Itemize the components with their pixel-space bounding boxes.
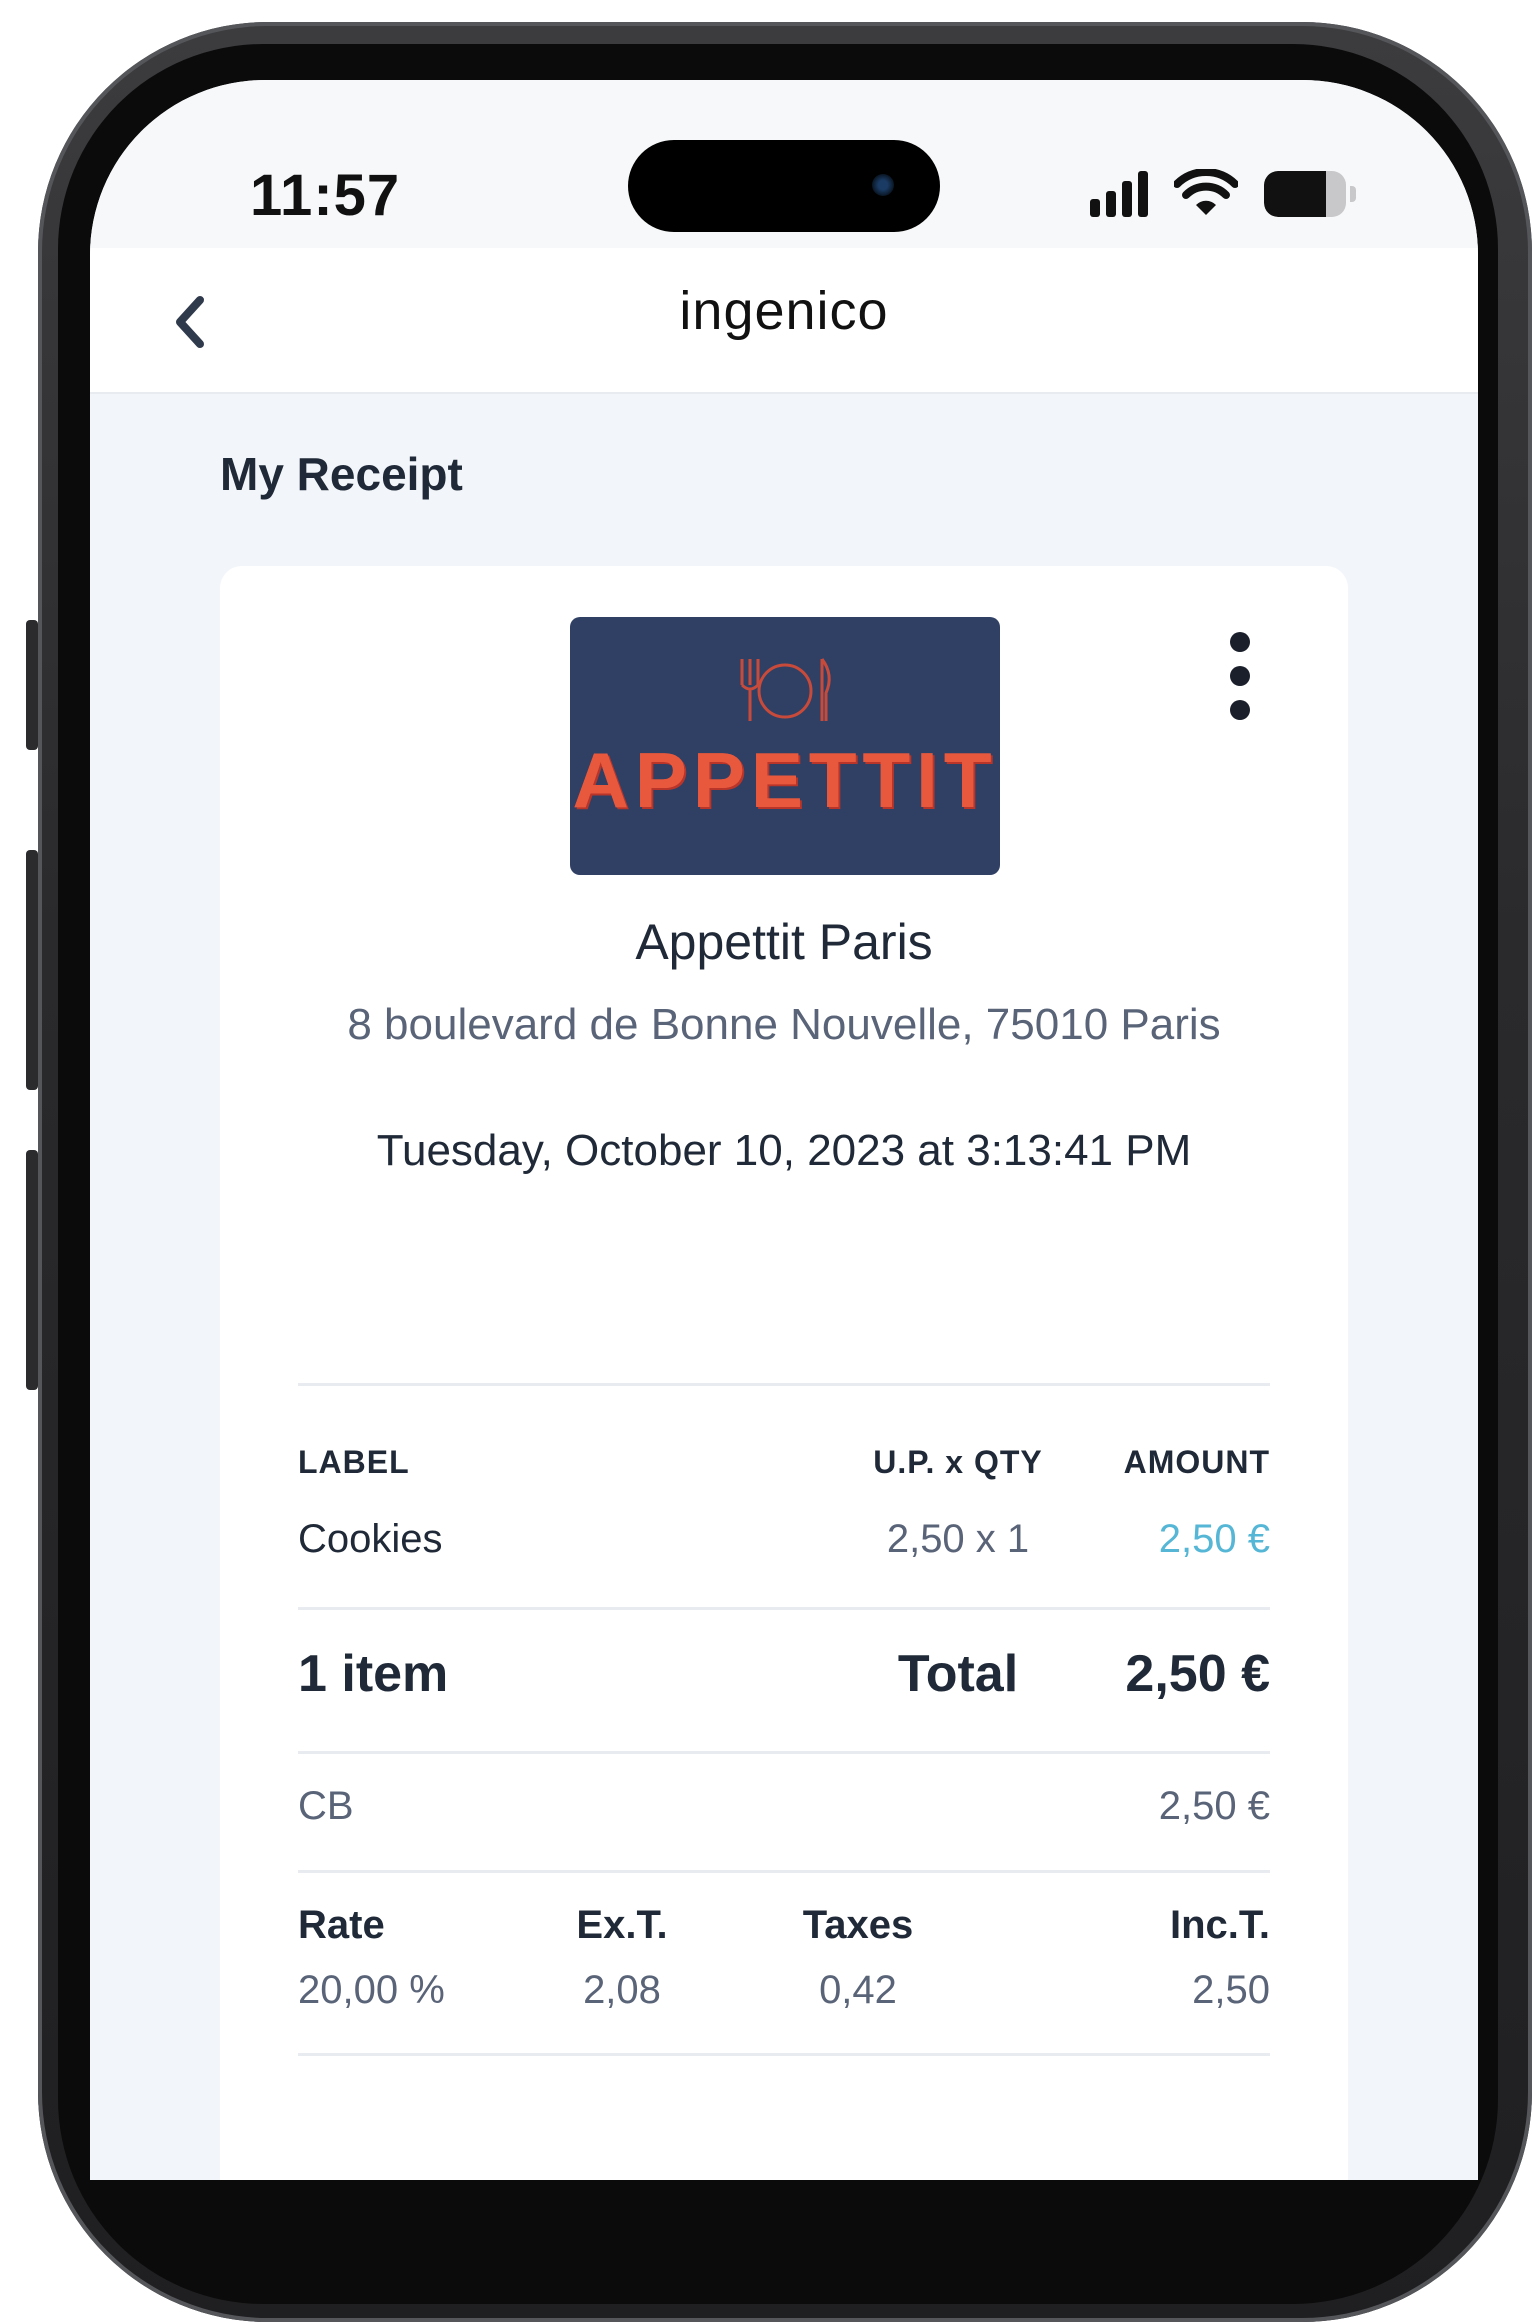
column-header-label: LABEL (298, 1444, 410, 1480)
more-options-button[interactable] (1220, 632, 1260, 722)
receipt-date: Tuesday, October 10, 2023 at 3:13:41 PM (376, 1126, 1192, 1175)
tax-rate-value: 20,00 % (298, 1968, 445, 2012)
fork-plate-knife-icon (740, 658, 831, 721)
merchant-name: Appettit Paris (635, 914, 933, 970)
phone-volume-up-button (26, 850, 38, 1090)
payment-amount: 2,50 € (1158, 1784, 1270, 1828)
status-time: 11:57 (250, 163, 401, 228)
merchant-logo-text: APPETTIT (572, 736, 998, 824)
divider (298, 1870, 1270, 1873)
tax-inct-value: 2,50 (1192, 1968, 1270, 2012)
tax-header-ext: Ex.T. (576, 1903, 668, 1947)
battery-icon (1264, 171, 1356, 217)
merchant-logo: APPETTIT (570, 617, 1000, 875)
total-amount: 2,50 € (1125, 1645, 1270, 1703)
item-amount: 2,50 € (1158, 1517, 1270, 1561)
tax-ext-value: 2,08 (583, 1968, 661, 2012)
more-vertical-icon (1230, 632, 1250, 652)
cellular-signal-icon (1090, 171, 1148, 217)
nav-bar: ingenico (90, 248, 1478, 394)
status-bar: 11:57 (90, 80, 1478, 248)
divider (298, 2053, 1270, 2056)
tax-header-rate: Rate (298, 1903, 385, 1947)
tax-taxes-value: 0,42 (819, 1968, 897, 2012)
item-label: Cookies (298, 1517, 443, 1561)
receipt-card: APPETTIT Appettit Paris 8 boulevard de B… (220, 566, 1348, 2180)
item-count: 1 item (298, 1645, 449, 1703)
divider (298, 1751, 1270, 1754)
wifi-icon (1174, 169, 1238, 215)
tax-header-taxes: Taxes (802, 1903, 914, 1947)
status-icons (1090, 164, 1356, 224)
tax-header-inct: Inc.T. (1169, 1903, 1270, 1947)
page-title: My Receipt (220, 448, 463, 500)
app-screen: 11:57 ingenico My Receipt APPETTIT Appet… (90, 80, 1478, 2180)
phone-action-button (26, 620, 38, 750)
divider (298, 1607, 1270, 1610)
payment-method: CB (298, 1784, 354, 1828)
brand-logo: ingenico (679, 281, 889, 341)
dynamic-island (628, 140, 940, 232)
camera-icon (872, 174, 894, 196)
divider (298, 1383, 1270, 1386)
merchant-address: 8 boulevard de Bonne Nouvelle, 75010 Par… (347, 1000, 1221, 1049)
phone-volume-down-button (26, 1150, 38, 1390)
column-header-amount: AMOUNT (1123, 1444, 1270, 1480)
